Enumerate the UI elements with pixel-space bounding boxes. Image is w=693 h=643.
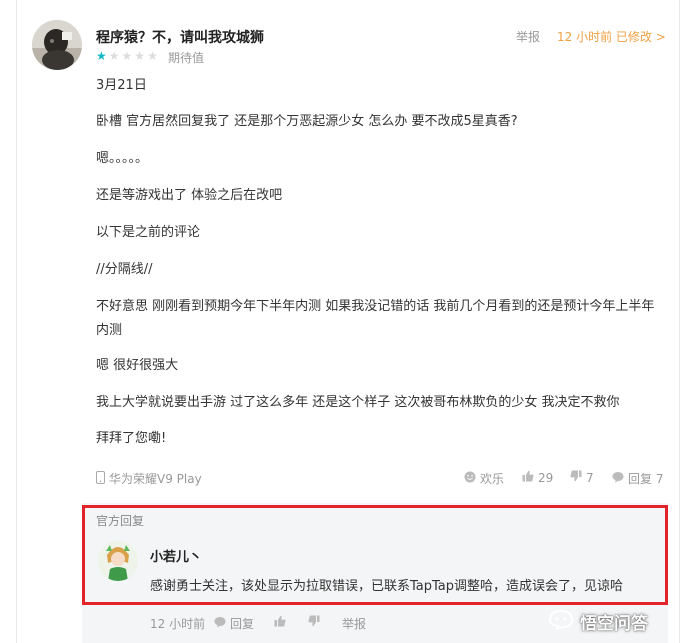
user-avatar[interactable]: [32, 20, 82, 70]
official-avatar[interactable]: [98, 541, 138, 581]
device-info: 华为荣耀V9 Play: [96, 470, 202, 487]
watermark-text: 悟空问答: [580, 613, 648, 634]
edited-time-link[interactable]: 12 小时前 已修改 >: [557, 28, 666, 45]
official-reply-footer: 12 小时前 回复 举报: [150, 615, 430, 633]
review-paragraph: 还是等游戏出了 体验之后在改吧: [96, 188, 283, 203]
thumbs-down-icon: [570, 470, 582, 485]
review-paragraph: 不好意思 刚刚看到预期今年下半年内测 如果我没记错的话 我前几个月看到的还是预计…: [96, 299, 655, 338]
official-reply-label-text: 回复: [230, 617, 255, 631]
report-button[interactable]: 举报: [516, 28, 540, 45]
avatar-image: [32, 20, 82, 70]
rating-stars: ★ ★ ★ ★ ★: [96, 49, 158, 63]
fun-button[interactable]: 欢乐: [464, 470, 504, 487]
wukong-logo-icon: [548, 608, 574, 635]
review-paragraph: 卧槽 官方居然回复我了 还是那个万恶起源少女 怎么办 要不改成5星真香?: [96, 114, 518, 129]
star-icon: ★: [108, 49, 120, 63]
comment-icon: [612, 471, 624, 486]
dislike-button[interactable]: 7: [570, 470, 594, 485]
official-reply-text: 感谢勇士关注，该处显示为拉取错误，已联系TapTap调整哈，造成误会了，见谅哈: [150, 579, 624, 594]
reply-button[interactable]: 回复 7: [612, 470, 663, 487]
official-reply-name[interactable]: 小若儿丶: [150, 546, 202, 565]
review-username[interactable]: 程序猿？不，请叫我攻城狮: [96, 27, 264, 47]
rating-label: 期待值: [168, 51, 205, 65]
official-reply-time: 12 小时前: [150, 617, 206, 631]
review-paragraph: 以下是之前的评论: [96, 225, 201, 240]
thumbs-up-icon: [522, 470, 534, 485]
phone-icon: [96, 470, 105, 487]
like-button[interactable]: 29: [522, 470, 553, 485]
fun-label: 欢乐: [480, 472, 505, 486]
official-reply-button[interactable]: 回复: [214, 615, 254, 632]
watermark: 悟空问答: [548, 603, 688, 639]
like-count: 29: [538, 470, 554, 485]
reply-count: 回复 7: [628, 472, 664, 486]
official-avatar-image: [98, 541, 138, 581]
review-paragraph: 嗯。。。。。: [96, 151, 149, 166]
device-name: 华为荣耀V9 Play: [109, 472, 202, 486]
review-paragraph: //分隔线//: [96, 262, 153, 277]
review-paragraph: 3月21日: [96, 78, 147, 93]
official-report-button[interactable]: 举报: [342, 615, 366, 632]
official-dislike-button[interactable]: [308, 615, 320, 630]
thumbs-down-icon: [308, 615, 320, 630]
star-icon: ★: [147, 49, 158, 63]
official-like-button[interactable]: [274, 615, 286, 630]
review-paragraph: 拜拜了您嘞!: [96, 431, 167, 446]
star-icon: ★: [121, 49, 133, 63]
review-paragraph: 嗯 很好很强大: [96, 358, 179, 373]
review-paragraph: 我上大学就说要出手游 过了这么多年 还是这个样子 这次被哥布林欺负的少女 我决定…: [96, 395, 620, 410]
thumbs-up-icon: [274, 615, 286, 630]
smile-icon: [464, 471, 476, 486]
star-icon: ★: [134, 49, 146, 63]
comment-icon: [214, 616, 226, 631]
dislike-count: 7: [586, 470, 594, 485]
review-footer: 华为荣耀V9 Play 欢乐 29 7 回复 7: [96, 468, 666, 488]
star-icon: ★: [96, 49, 107, 63]
